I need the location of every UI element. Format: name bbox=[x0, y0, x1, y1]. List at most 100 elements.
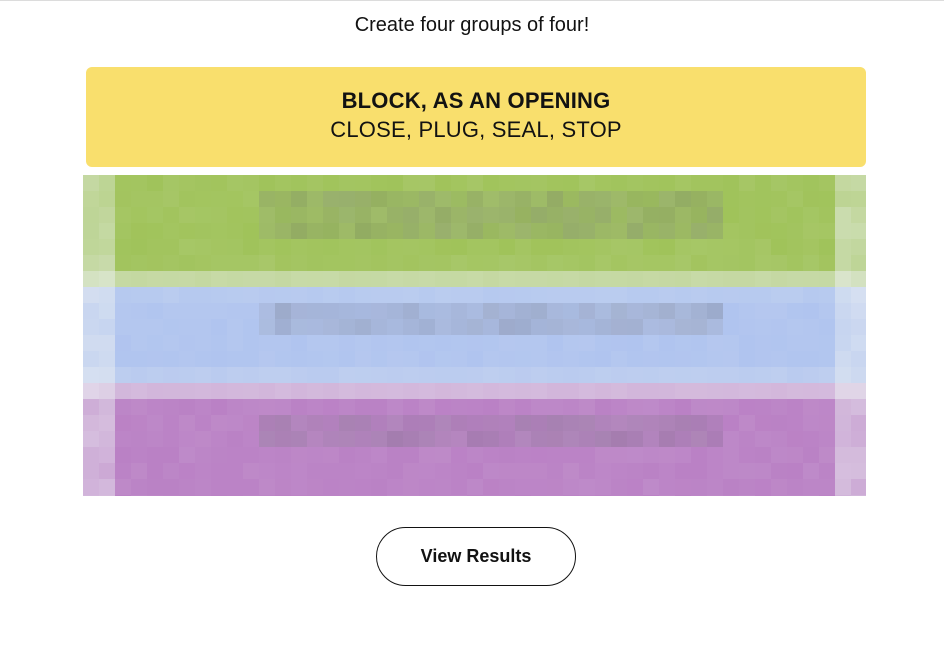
mosaic-tile bbox=[723, 431, 739, 447]
mosaic-tile bbox=[499, 351, 515, 367]
mosaic-tile bbox=[339, 495, 355, 496]
mosaic-tile bbox=[387, 399, 403, 415]
mosaic-tile bbox=[355, 479, 371, 495]
mosaic-tile bbox=[675, 319, 691, 335]
mosaic-tile bbox=[163, 399, 179, 415]
mosaic-tile bbox=[547, 223, 563, 239]
mosaic-tile bbox=[291, 335, 307, 351]
mosaic-tile bbox=[323, 415, 339, 431]
mosaic-tile bbox=[675, 271, 691, 287]
mosaic-tile bbox=[307, 351, 323, 367]
mosaic-tile bbox=[659, 175, 675, 191]
mosaic-tile bbox=[323, 223, 339, 239]
mosaic-tile bbox=[515, 175, 531, 191]
mosaic-tile bbox=[339, 447, 355, 463]
mosaic-tile bbox=[99, 495, 115, 496]
mosaic-tile bbox=[691, 463, 707, 479]
mosaic-tile bbox=[531, 479, 547, 495]
mosaic-tile bbox=[451, 463, 467, 479]
mosaic-tile bbox=[275, 431, 291, 447]
mosaic-tile bbox=[547, 175, 563, 191]
mosaic-tile bbox=[99, 287, 115, 303]
view-results-button[interactable]: View Results bbox=[376, 527, 576, 586]
mosaic-tile bbox=[691, 207, 707, 223]
mosaic-tile bbox=[259, 383, 275, 399]
mosaic-tile bbox=[83, 351, 99, 367]
mosaic-tile bbox=[819, 479, 835, 495]
mosaic-tile bbox=[819, 495, 835, 496]
mosaic-tile bbox=[195, 383, 211, 399]
mosaic-tile bbox=[547, 415, 563, 431]
mosaic-tile bbox=[227, 479, 243, 495]
mosaic-tile bbox=[595, 223, 611, 239]
mosaic-tile bbox=[339, 351, 355, 367]
mosaic-tile bbox=[659, 207, 675, 223]
mosaic-tile bbox=[243, 383, 259, 399]
mosaic-tile bbox=[643, 479, 659, 495]
mosaic-tile bbox=[307, 479, 323, 495]
mosaic-tile bbox=[659, 335, 675, 351]
mosaic-tile bbox=[483, 175, 499, 191]
mosaic-tile bbox=[579, 287, 595, 303]
mosaic-tile bbox=[531, 431, 547, 447]
mosaic-tile bbox=[723, 479, 739, 495]
game-instructions: Create four groups of four! bbox=[354, 14, 590, 36]
mosaic-tile bbox=[147, 479, 163, 495]
mosaic-tile bbox=[227, 447, 243, 463]
mosaic-tile bbox=[323, 335, 339, 351]
mosaic-tile bbox=[99, 319, 115, 335]
mosaic-tile bbox=[435, 367, 451, 383]
mosaic-tile bbox=[499, 255, 515, 271]
mosaic-tile bbox=[771, 463, 787, 479]
mosaic-tile bbox=[131, 431, 147, 447]
mosaic-tile bbox=[723, 447, 739, 463]
mosaic-tile bbox=[787, 367, 803, 383]
mosaic-tile bbox=[99, 399, 115, 415]
mosaic-tile bbox=[99, 191, 115, 207]
mosaic-tile bbox=[323, 207, 339, 223]
mosaic-tile bbox=[323, 175, 339, 191]
mosaic-tile bbox=[307, 495, 323, 496]
mosaic-tile bbox=[851, 223, 866, 239]
mosaic-tile bbox=[611, 335, 627, 351]
mosaic-tile bbox=[835, 223, 851, 239]
mosaic-tile bbox=[371, 479, 387, 495]
mosaic-tile bbox=[627, 207, 643, 223]
mosaic-tile bbox=[163, 255, 179, 271]
mosaic-tile bbox=[355, 191, 371, 207]
mosaic-tile bbox=[723, 495, 739, 496]
mosaic-tile bbox=[771, 303, 787, 319]
mosaic-tile bbox=[515, 351, 531, 367]
mosaic-tile bbox=[819, 223, 835, 239]
mosaic-tile bbox=[659, 239, 675, 255]
mosaic-tile bbox=[83, 399, 99, 415]
mosaic-tile bbox=[835, 175, 851, 191]
mosaic-tile bbox=[419, 383, 435, 399]
mosaic-tile bbox=[99, 335, 115, 351]
mosaic-tile bbox=[723, 399, 739, 415]
mosaic-tile bbox=[403, 239, 419, 255]
mosaic-tile bbox=[595, 319, 611, 335]
mosaic-tile bbox=[259, 223, 275, 239]
mosaic-tile bbox=[307, 223, 323, 239]
mosaic-tile bbox=[835, 335, 851, 351]
mosaic-tile bbox=[643, 207, 659, 223]
mosaic-tile bbox=[259, 463, 275, 479]
mosaic-tile bbox=[371, 463, 387, 479]
mosaic-tile bbox=[131, 287, 147, 303]
mosaic-tile bbox=[371, 287, 387, 303]
mosaic-tile bbox=[707, 463, 723, 479]
mosaic-tile bbox=[243, 271, 259, 287]
mosaic-tile bbox=[451, 255, 467, 271]
mosaic-tile bbox=[467, 383, 483, 399]
mosaic-tile bbox=[611, 399, 627, 415]
mosaic-tile bbox=[195, 223, 211, 239]
mosaic-tile bbox=[195, 367, 211, 383]
mosaic-tile bbox=[435, 287, 451, 303]
mosaic-tile bbox=[259, 239, 275, 255]
mosaic-tile bbox=[627, 335, 643, 351]
mosaic-tile bbox=[227, 415, 243, 431]
mosaic-tile bbox=[83, 223, 99, 239]
mosaic-tile bbox=[819, 255, 835, 271]
mosaic-tile bbox=[243, 191, 259, 207]
